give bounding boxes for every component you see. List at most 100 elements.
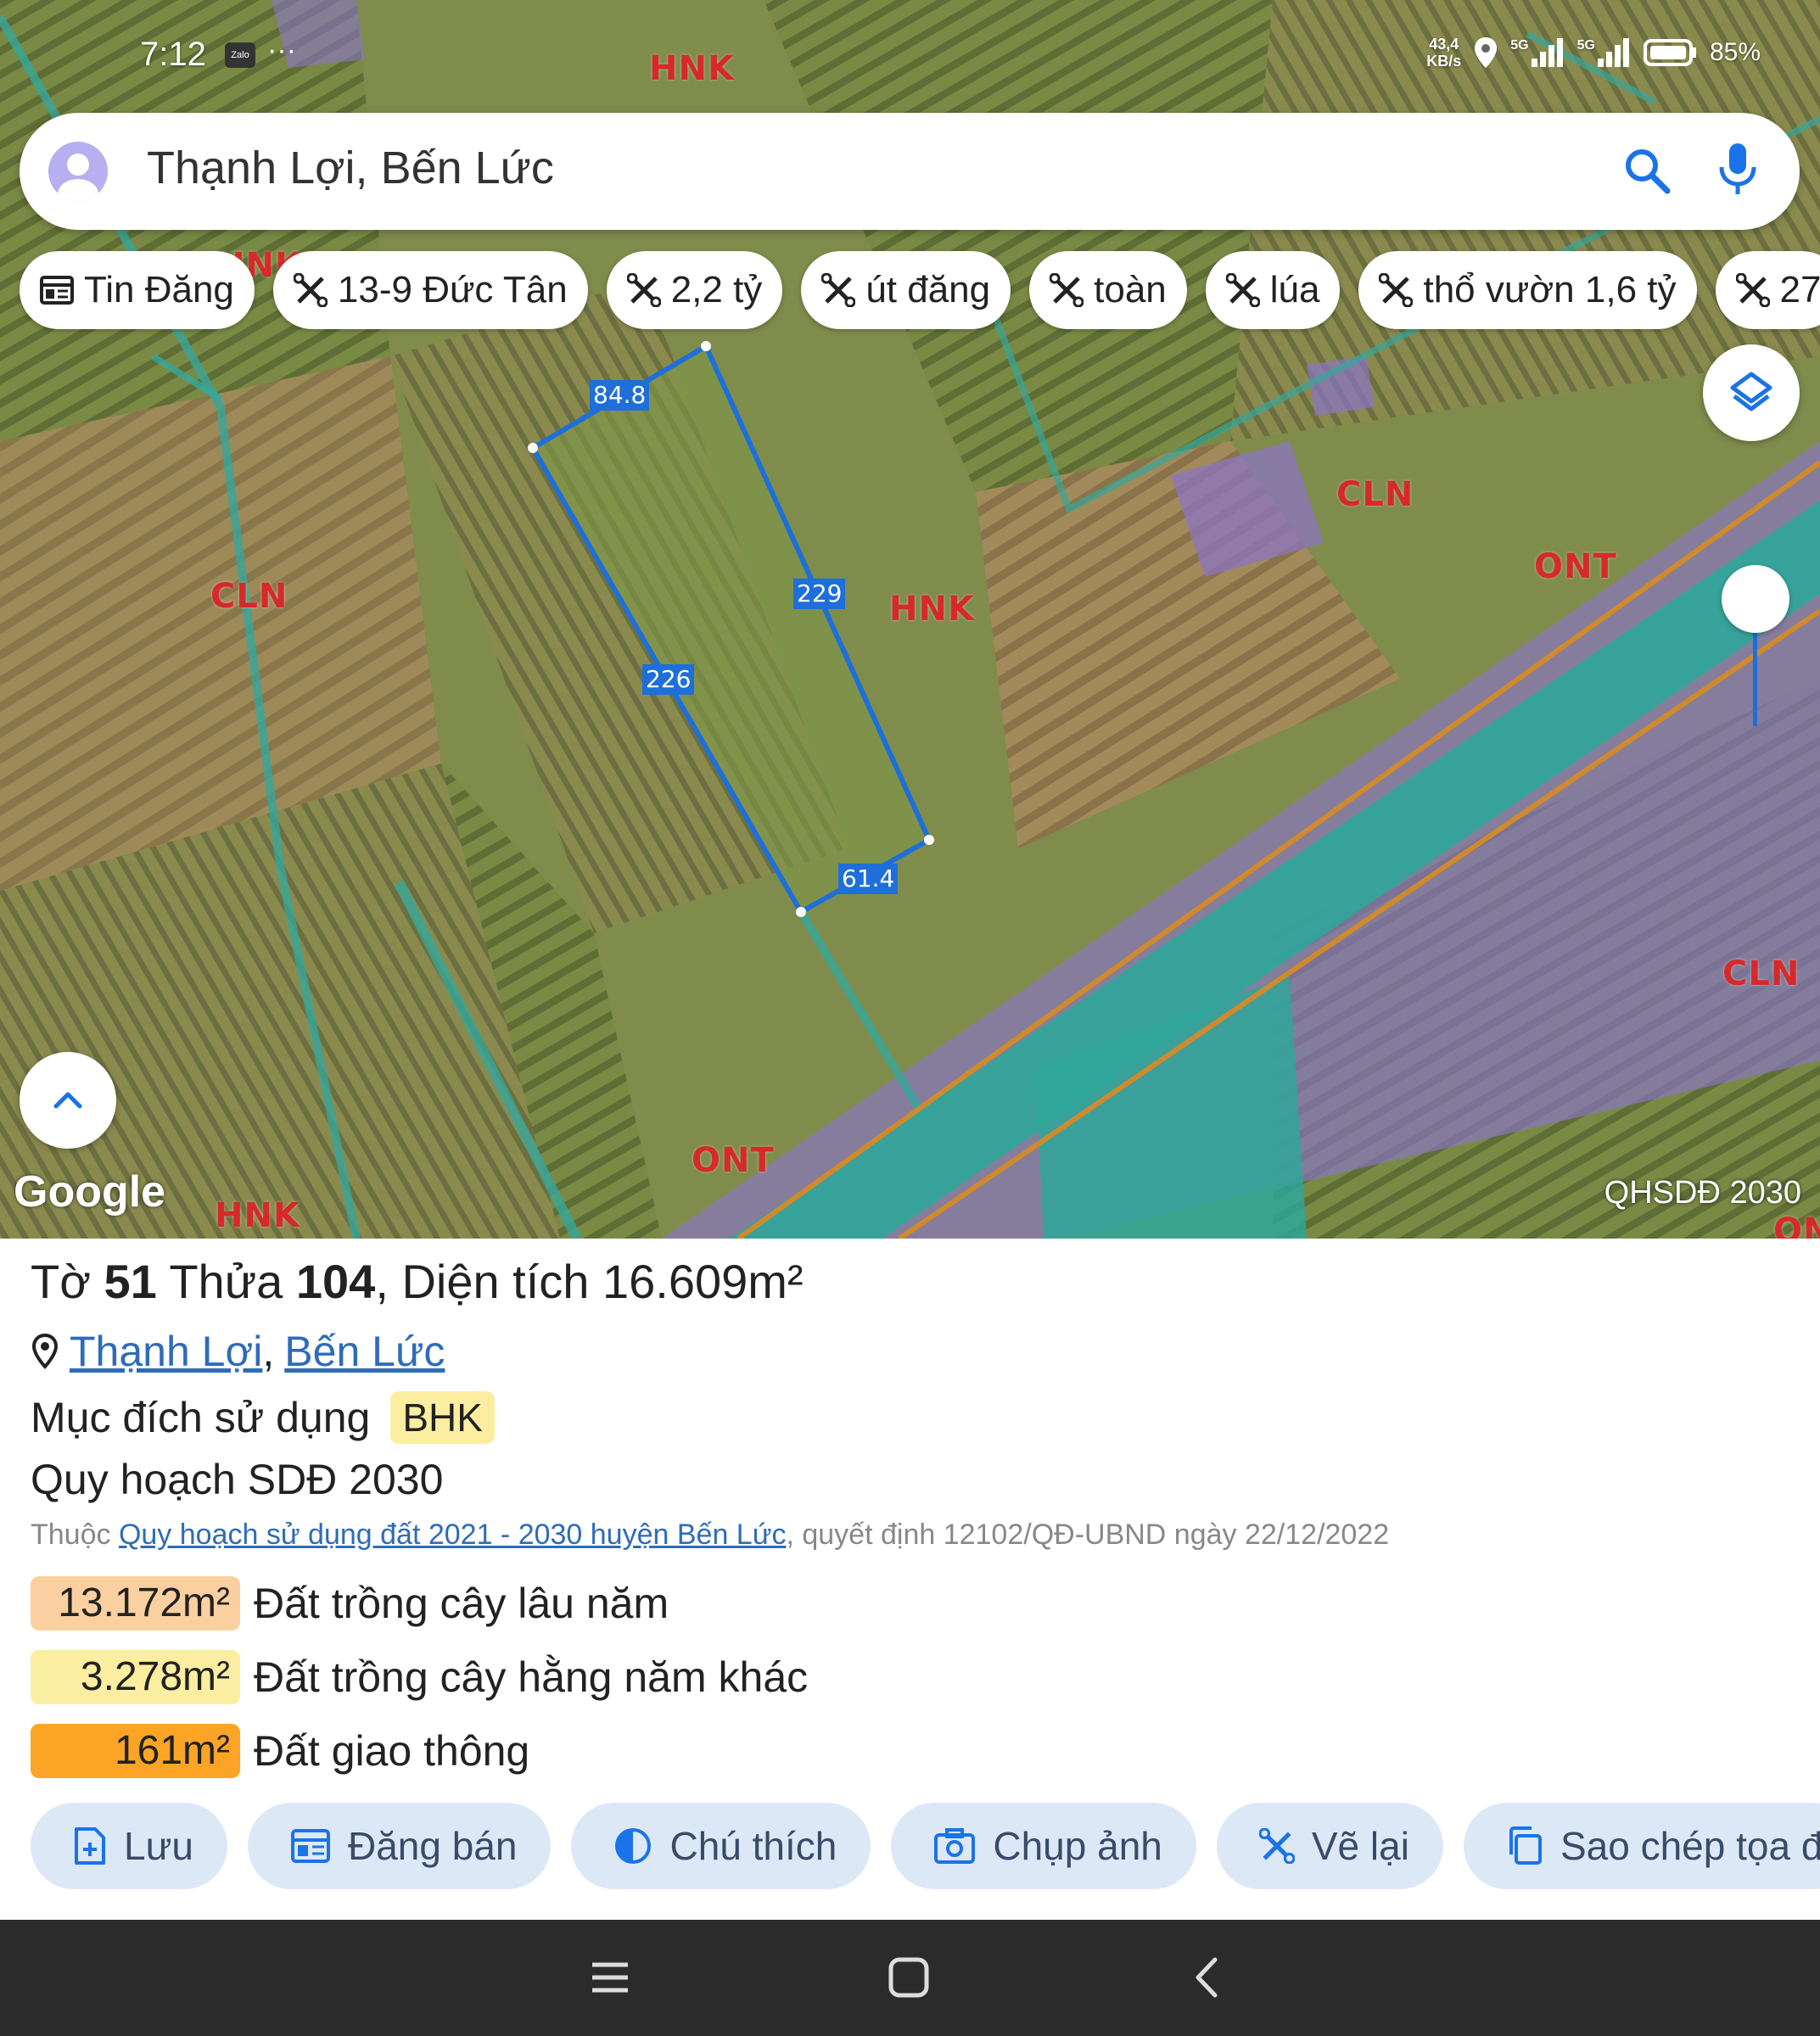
save-button[interactable]: Lưu [31, 1803, 227, 1889]
area-value: 13.172m² [31, 1576, 240, 1630]
location-pin-icon [31, 1333, 59, 1369]
plan-source-link[interactable]: Quy hoạch sử dụng đất 2021 - 2030 huyện … [119, 1519, 787, 1551]
listing-icon [290, 1829, 330, 1863]
parcel-area: 16.609m² [602, 1255, 804, 1308]
chip-label: 27 [1779, 269, 1820, 310]
search-icon[interactable] [1621, 145, 1672, 196]
redraw-button[interactable]: Vẽ lại [1216, 1803, 1443, 1889]
dimension-label: 226 [642, 664, 695, 695]
parcel-number: 104 [295, 1255, 376, 1308]
capture-button[interactable]: Chụp ảnh [891, 1803, 1196, 1889]
area-breakdown-row: 161m² Đất giao thông [31, 1724, 529, 1778]
parcel-info-panel: Tờ 51 Thửa 104, Diện tích 16.609m² Thạnh… [0, 1239, 1820, 1920]
purpose-label: Mục đích sử dụng [31, 1394, 371, 1441]
add-file-icon [75, 1827, 105, 1865]
copy-icon [1509, 1826, 1542, 1865]
dimension-label: 229 [793, 579, 846, 609]
chip-tin-dang[interactable]: Tin Đăng [20, 251, 255, 329]
area-value: 3.278m² [31, 1650, 240, 1704]
sheet-number: 51 [104, 1255, 157, 1308]
chip-label: 2,2 tỷ [670, 269, 763, 310]
chip-drawing[interactable]: 13-9 Đức Tân [272, 251, 588, 329]
legend-button[interactable]: Chú thích [571, 1803, 871, 1889]
draw-icon [1225, 273, 1260, 307]
zone-label: CLN [210, 577, 288, 616]
microphone-icon[interactable] [1716, 142, 1759, 198]
draw-icon [821, 273, 856, 307]
location-ward-link[interactable]: Thạnh Lợi [70, 1327, 262, 1376]
expand-panel-button[interactable] [20, 1052, 116, 1149]
signal-5g-icon: 5G [1577, 38, 1632, 67]
land-use-purpose: Mục đích sử dụng BHK [31, 1391, 495, 1444]
battery-level: 85% [1709, 38, 1761, 66]
chip-drawing[interactable]: toàn [1029, 251, 1187, 329]
chip-label: Tin Đăng [84, 269, 234, 310]
zone-label: HNK [889, 590, 975, 629]
avatar[interactable] [48, 142, 108, 201]
dimension-label: 61.4 [838, 864, 899, 894]
area-breakdown-row: 3.278m² Đất trồng cây hằng năm khác [31, 1650, 808, 1704]
zone-label: ONT [1773, 1211, 1820, 1239]
search-query[interactable]: Thạnh Lợi, Bến Lức [147, 142, 554, 194]
layer-name-label: QHSDĐ 2030 [1604, 1175, 1801, 1211]
area-land-type: Đất trồng cây lâu năm [254, 1580, 669, 1627]
filter-chips: Tin Đăng 13-9 Đức Tân 2,2 tỷ út đăng toà… [20, 251, 1820, 329]
chip-drawing[interactable]: thổ vườn 1,6 tỷ [1358, 251, 1697, 329]
battery-icon [1643, 39, 1696, 66]
chevron-up-icon [53, 1092, 82, 1109]
purpose-code-badge: BHK [390, 1391, 495, 1444]
status-time: 7:12 [140, 36, 206, 73]
post-listing-button[interactable]: Đăng bán [247, 1803, 552, 1889]
map-view[interactable]: HNK CLN HNK CLN ONT CLN ONT HNK ONT HNK … [0, 0, 1820, 1239]
home-icon[interactable] [888, 1956, 930, 1999]
parcel-title: Tờ 51 Thửa 104, Diện tích 16.609m² [31, 1255, 804, 1308]
layers-icon [1730, 372, 1772, 411]
draw-icon [293, 273, 328, 307]
chip-label: thổ vườn 1,6 tỷ [1423, 269, 1677, 310]
area-breakdown-row: 13.172m² Đất trồng cây lâu năm [31, 1576, 669, 1630]
dimension-label: 84.8 [590, 380, 650, 411]
zone-label: CLN [1336, 475, 1414, 514]
chip-drawing[interactable]: út đăng [801, 251, 1011, 329]
chip-drawing[interactable]: 2,2 tỷ [606, 251, 783, 329]
draw-icon [1050, 273, 1084, 307]
draw-icon [1735, 273, 1770, 307]
status-icons: 43,4 KB/s 5G 5G 85% [1426, 36, 1761, 70]
zalo-notification-icon: Zalo [225, 42, 255, 68]
system-navigation-bar [0, 1920, 1820, 2036]
newspaper-icon [40, 276, 74, 305]
area-land-type: Đất giao thông [254, 1727, 530, 1775]
capture-label: Chụp ảnh [993, 1824, 1162, 1868]
chip-drawing[interactable]: lúa [1205, 251, 1341, 329]
more-notifications-icon: ··· [267, 34, 296, 66]
plan-title: Quy hoạch SDĐ 2030 [31, 1456, 444, 1503]
zone-label: CLN [1722, 954, 1800, 993]
camera-icon [934, 1828, 976, 1864]
chip-label: út đăng [865, 269, 991, 310]
chip-label: 13-9 Đức Tân [337, 269, 568, 310]
copy-coordinates-label: Sao chép tọa đ [1560, 1824, 1820, 1868]
draw-icon [626, 273, 661, 307]
redraw-label: Vẽ lại [1311, 1824, 1409, 1868]
net-speed: 43,4 KB/s [1426, 36, 1462, 70]
zone-label: ONT [692, 1141, 775, 1180]
opacity-slider-handle[interactable] [1722, 565, 1789, 633]
location-icon [1475, 37, 1498, 68]
copy-coordinates-button[interactable]: Sao chép tọa đ [1463, 1803, 1820, 1889]
zone-label: HNK [649, 49, 735, 88]
draw-icon [1258, 1828, 1295, 1864]
zone-label: HNK [215, 1196, 300, 1235]
chip-label: toàn [1094, 269, 1167, 310]
chip-drawing[interactable]: 27 [1715, 251, 1820, 329]
location-district-link[interactable]: Bến Lức [284, 1327, 445, 1376]
location-row: Thạnh Lợi, Bến Lức [31, 1327, 445, 1376]
area-value: 161m² [31, 1724, 240, 1778]
recent-apps-icon[interactable] [589, 1956, 631, 1999]
search-bar[interactable]: Thạnh Lợi, Bến Lức [20, 113, 1800, 230]
chip-label: lúa [1269, 269, 1320, 310]
back-icon[interactable] [1190, 1956, 1224, 1999]
save-label: Lưu [124, 1824, 193, 1868]
post-listing-label: Đăng bán [347, 1824, 518, 1868]
google-logo: Google [14, 1167, 166, 1217]
layers-button[interactable] [1703, 344, 1800, 441]
